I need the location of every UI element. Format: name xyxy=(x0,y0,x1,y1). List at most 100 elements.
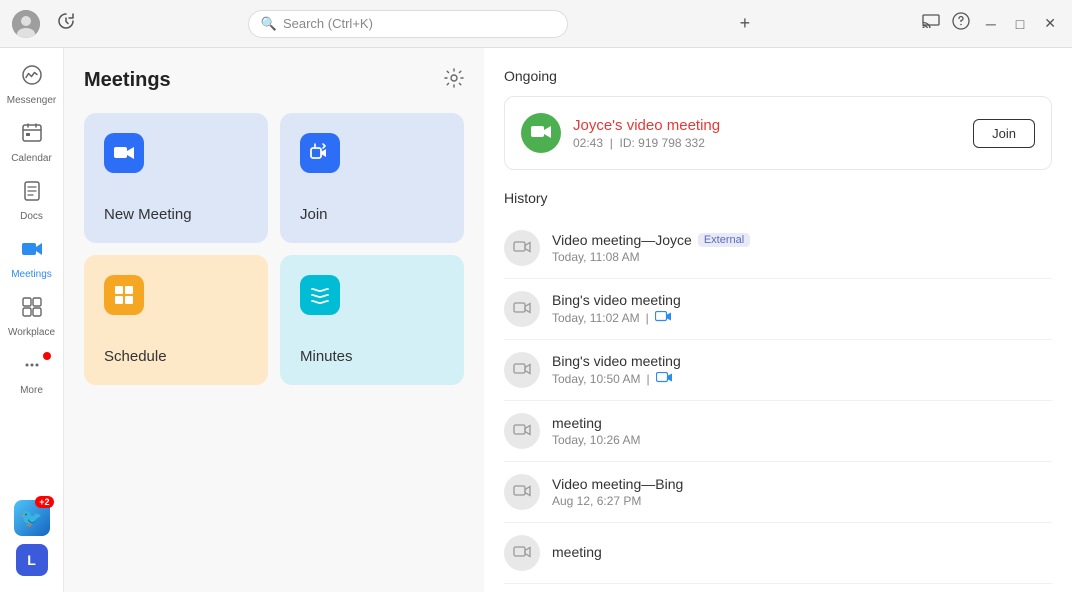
panel-header: Meetings xyxy=(84,68,464,93)
maximize-button[interactable]: □ xyxy=(1012,16,1028,32)
search-icon: 🔍 xyxy=(261,16,277,32)
docs-label: Docs xyxy=(20,211,43,222)
history-info: Video meeting—Joyce External Today, 11:0… xyxy=(552,232,1052,264)
meetings-panel: Meetings New Meeting xyxy=(64,48,484,592)
sidebar-item-calendar[interactable]: Calendar xyxy=(0,114,63,172)
search-bar[interactable]: 🔍 Search (Ctrl+K) xyxy=(248,10,568,38)
bird-badge: +2 xyxy=(35,496,53,508)
history-info: Bing's video meeting Today, 11:02 AM | xyxy=(552,292,1052,326)
more-label: More xyxy=(20,385,43,396)
calendar-label: Calendar xyxy=(11,153,52,164)
sidebar-item-workplace[interactable]: Workplace xyxy=(0,288,63,346)
ongoing-meeting-name: Joyce's video meeting xyxy=(573,117,961,134)
titlebar: 🔍 Search (Ctrl+K) + ─ □ ✕ xyxy=(0,0,1072,48)
minutes-card[interactable]: Minutes xyxy=(280,255,464,385)
history-meeting-name: meeting xyxy=(552,415,1052,431)
ongoing-meeting-card: Joyce's video meeting 02:43 | ID: 919 79… xyxy=(504,96,1052,170)
history-time: Today, 11:08 AM xyxy=(552,250,1052,264)
minimize-button[interactable]: ─ xyxy=(982,16,1000,32)
bird-icon: 🐦 xyxy=(20,508,42,529)
history-section-title: History xyxy=(504,190,1052,206)
history-item[interactable]: Bing's video meeting Today, 11:02 AM | xyxy=(504,279,1052,340)
close-button[interactable]: ✕ xyxy=(1040,15,1060,32)
calendar-icon xyxy=(21,122,43,150)
history-item[interactable]: meeting Today, 10:26 AM xyxy=(504,401,1052,462)
sidebar-item-docs[interactable]: Docs xyxy=(0,172,63,230)
history-info: Video meeting—Bing Aug 12, 6:27 PM xyxy=(552,476,1052,508)
right-panel: Ongoing Joyce's video meeting 02:43 | ID… xyxy=(484,48,1072,592)
history-time: Today, 11:02 AM | xyxy=(552,310,1052,326)
search-text: Search (Ctrl+K) xyxy=(283,16,373,31)
history-info: Bing's video meeting Today, 10:50 AM | xyxy=(552,353,1052,387)
schedule-icon xyxy=(104,275,144,315)
docs-icon xyxy=(21,180,43,208)
history-meeting-name: Bing's video meeting xyxy=(552,353,1052,369)
help-icon[interactable] xyxy=(952,12,970,35)
history-icon[interactable] xyxy=(56,11,76,36)
user-initial: L xyxy=(27,552,36,568)
more-icon xyxy=(21,354,43,382)
new-tab-button[interactable]: + xyxy=(740,13,751,34)
video-icon xyxy=(504,352,540,388)
join-label: Join xyxy=(300,206,328,223)
video-icon xyxy=(504,291,540,327)
ongoing-meta: 02:43 | ID: 919 798 332 xyxy=(573,136,961,150)
new-meeting-label: New Meeting xyxy=(104,206,192,223)
schedule-label: Schedule xyxy=(104,348,167,365)
sidebar-bottom: 🐦 +2 L xyxy=(14,500,50,584)
ongoing-section-title: Ongoing xyxy=(504,68,1052,84)
sidebar-item-meetings[interactable]: Meetings xyxy=(0,230,63,288)
messenger-label: Messenger xyxy=(7,95,56,106)
cast-icon[interactable] xyxy=(922,14,940,33)
ongoing-id: ID: 919 798 332 xyxy=(620,136,705,150)
window-controls: ─ □ ✕ xyxy=(922,12,1060,35)
main-area: Messenger Calendar Docs xyxy=(0,48,1072,592)
schedule-card[interactable]: Schedule xyxy=(84,255,268,385)
recording-icon xyxy=(655,310,671,326)
video-icon xyxy=(504,474,540,510)
external-badge: External xyxy=(698,233,750,247)
user-profile-button[interactable]: L xyxy=(16,544,48,576)
history-meeting-name: Bing's video meeting xyxy=(552,292,1052,308)
meeting-cards-grid: New Meeting Join xyxy=(84,113,464,385)
history-time: Today, 10:26 AM xyxy=(552,433,1052,447)
history-item[interactable]: Bing's video meeting Today, 10:50 AM | xyxy=(504,340,1052,401)
join-meeting-card[interactable]: Join xyxy=(280,113,464,243)
minutes-label: Minutes xyxy=(300,348,353,365)
more-notification-dot xyxy=(43,352,51,360)
history-meeting-name: meeting xyxy=(552,544,1052,560)
ongoing-info: Joyce's video meeting 02:43 | ID: 919 79… xyxy=(573,117,961,150)
history-time: Today, 10:50 AM | xyxy=(552,371,1052,387)
workplace-icon xyxy=(21,296,43,324)
messenger-icon xyxy=(21,64,43,92)
video-icon xyxy=(504,535,540,571)
history-time: Aug 12, 6:27 PM xyxy=(552,494,1052,508)
ongoing-time: 02:43 xyxy=(573,136,603,150)
settings-icon[interactable] xyxy=(444,68,464,93)
meetings-label: Meetings xyxy=(11,269,52,280)
history-list: Video meeting—Joyce External Today, 11:0… xyxy=(504,218,1052,584)
history-info: meeting xyxy=(552,544,1052,562)
history-info: meeting Today, 10:26 AM xyxy=(552,415,1052,447)
meetings-icon xyxy=(21,238,43,266)
video-icon xyxy=(504,413,540,449)
history-item[interactable]: meeting xyxy=(504,523,1052,584)
minutes-icon xyxy=(300,275,340,315)
new-meeting-icon xyxy=(104,133,144,173)
history-item[interactable]: Video meeting—Joyce External Today, 11:0… xyxy=(504,218,1052,279)
video-icon xyxy=(504,230,540,266)
sidebar-item-messenger[interactable]: Messenger xyxy=(0,56,63,114)
history-item[interactable]: Video meeting—Bing Aug 12, 6:27 PM xyxy=(504,462,1052,523)
history-meeting-name: Video meeting—Bing xyxy=(552,476,1052,492)
recording-icon xyxy=(656,371,672,387)
new-meeting-card[interactable]: New Meeting xyxy=(84,113,268,243)
workplace-label: Workplace xyxy=(8,327,55,338)
sidebar-item-more[interactable]: More xyxy=(0,346,63,404)
lark-app-icon[interactable]: 🐦 +2 xyxy=(14,500,50,536)
sidebar: Messenger Calendar Docs xyxy=(0,48,64,592)
join-icon xyxy=(300,133,340,173)
join-ongoing-button[interactable]: Join xyxy=(973,119,1035,148)
panel-title: Meetings xyxy=(84,69,171,92)
user-avatar[interactable] xyxy=(12,10,40,38)
history-meeting-name: Video meeting—Joyce External xyxy=(552,232,1052,248)
